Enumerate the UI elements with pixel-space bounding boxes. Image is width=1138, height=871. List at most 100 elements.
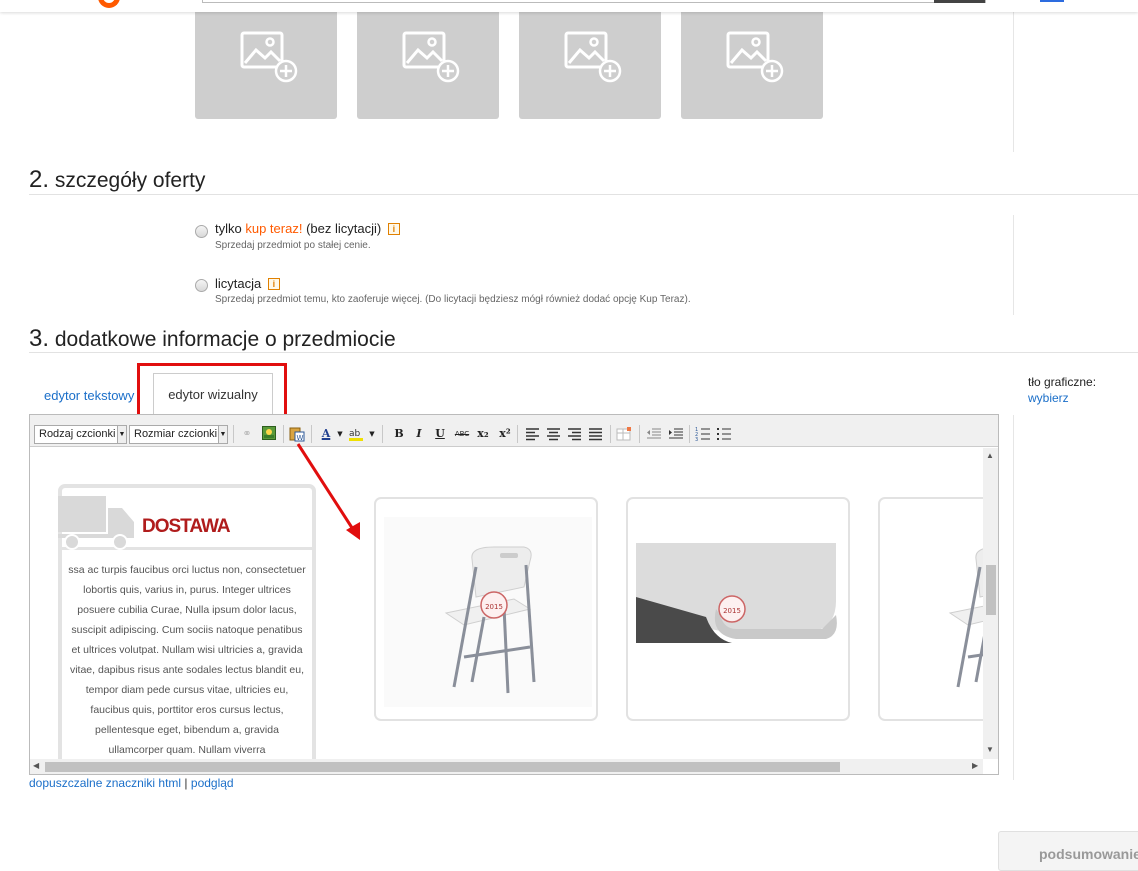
font-family-select[interactable]: Rodzaj czcionki ▼ — [34, 425, 127, 444]
background-label: tło graficzne: — [1028, 375, 1097, 389]
scroll-up-icon[interactable]: ▲ — [986, 451, 994, 460]
option-auction-description: Sprzedaj przedmiot temu, kto zaoferuje w… — [215, 294, 691, 305]
add-image-icon — [240, 31, 298, 83]
delivery-title: DOSTAWA — [142, 516, 231, 537]
link-separator: | — [184, 776, 188, 790]
divider — [1013, 12, 1014, 152]
select-value: Rodzaj czcionki — [39, 428, 116, 440]
horizontal-scrollbar[interactable]: ◀ ▶ — [30, 759, 983, 774]
section-title-text: dodatkowe informacje o przedmiocie — [54, 328, 396, 351]
underline-button[interactable]: U — [432, 426, 448, 442]
stamp-year: 2015 — [723, 607, 741, 615]
allowed-html-link[interactable]: dopuszczalne znaczniki html — [29, 776, 181, 790]
scrollbar-thumb[interactable] — [986, 565, 996, 615]
preview-link[interactable]: podgląd — [191, 776, 234, 790]
section-number: 3. — [29, 325, 50, 352]
product-image-card: 2015 — [626, 497, 850, 721]
section-title-text: szczegóły oferty — [54, 169, 206, 192]
delivery-description: ssa ac turpis faucibus orci luctus non, … — [68, 564, 306, 756]
vertical-scrollbar[interactable]: ▲ ▼ — [983, 448, 998, 759]
stamp-year: 2015 — [485, 603, 503, 611]
outdent-icon[interactable] — [646, 426, 662, 442]
align-center-icon[interactable] — [546, 426, 562, 442]
numbered-list-icon[interactable]: 123 — [695, 426, 711, 443]
italic-button[interactable]: I — [411, 426, 427, 442]
scrollbar-thumb[interactable] — [45, 762, 840, 772]
annotation-arrow — [296, 443, 360, 540]
summary-button[interactable]: podsumowanie — [998, 831, 1138, 871]
section-divider — [29, 194, 1138, 195]
option-auction-label[interactable]: licytacja i — [215, 276, 280, 291]
strikethrough-button[interactable]: ABC — [452, 426, 472, 442]
scroll-right-icon[interactable]: ▶ — [972, 761, 978, 770]
add-image-icon — [726, 31, 784, 83]
delivery-truck-icon — [58, 496, 134, 550]
align-left-icon[interactable] — [525, 426, 541, 442]
chevron-down-icon: ▼ — [218, 426, 227, 443]
product-image-card: 2015 — [374, 497, 598, 721]
svg-text:3: 3 — [695, 437, 698, 442]
add-image-icon — [564, 31, 622, 83]
section-divider — [29, 352, 1138, 353]
info-icon[interactable]: i — [387, 223, 400, 235]
info-icon[interactable]: i — [267, 278, 280, 290]
align-justify-icon[interactable] — [588, 426, 604, 442]
editor-content[interactable]: DOSTAWA ssa ac turpis faucibus orci luct… — [30, 448, 983, 759]
toolbar-separator — [283, 425, 284, 443]
insert-image-icon[interactable] — [261, 426, 277, 442]
option-buy-now-label[interactable]: tylko kup teraz! (bez licytacji) i — [215, 221, 400, 236]
bold-button[interactable]: B — [391, 426, 407, 442]
font-size-select[interactable]: Rozmiar czcionki ▼ — [129, 425, 228, 444]
link-icon[interactable]: ⚭ — [239, 426, 255, 442]
section-number: 2. — [29, 166, 50, 193]
search-input[interactable] — [202, 0, 986, 3]
photo-upload-tile[interactable] — [195, 0, 337, 119]
chair-image — [948, 548, 983, 688]
add-image-icon — [402, 31, 460, 83]
divider — [1013, 215, 1014, 315]
delivery-header: DOSTAWA — [58, 488, 312, 550]
subscript-button[interactable]: x₂ — [475, 426, 491, 442]
tab-text-editor[interactable]: edytor tekstowy — [44, 388, 134, 403]
toolbar-separator — [517, 425, 518, 443]
divider — [1013, 415, 1014, 780]
visual-editor[interactable]: Rodzaj czcionki ▼ Rozmiar czcionki ▼ ⚭ W… — [29, 414, 999, 775]
table-edge-image: 2015 — [636, 543, 837, 643]
photo-upload-tile[interactable] — [681, 0, 823, 119]
select-value: Rozmiar czcionki — [134, 428, 218, 440]
delivery-box: DOSTAWA ssa ac turpis faucibus orci luct… — [58, 484, 316, 759]
superscript-button[interactable]: x² — [497, 426, 513, 442]
chevron-down-icon: ▼ — [117, 426, 126, 443]
chair-image: 2015 — [384, 517, 592, 707]
scroll-left-icon[interactable]: ◀ — [33, 761, 39, 770]
toolbar-separator — [610, 425, 611, 443]
choose-background-link[interactable]: wybierz — [1028, 391, 1069, 405]
insert-table-icon[interactable] — [616, 426, 632, 442]
option-buy-now-description: Sprzedaj przedmiot po stałej cenie. — [215, 240, 371, 251]
section-title-offer-details: 2. szczegóły oferty — [29, 166, 205, 194]
label-text: (bez licytacji) — [306, 221, 382, 236]
section-title-additional-info: 3. dodatkowe informacje o przedmiocie — [29, 325, 396, 353]
editor-toolbar: Rodzaj czcionki ▼ Rozmiar czcionki ▼ ⚭ W… — [30, 415, 998, 447]
scroll-down-icon[interactable]: ▼ — [986, 745, 994, 754]
top-header — [0, 0, 1138, 12]
logo[interactable] — [98, 0, 120, 8]
toolbar-separator — [233, 425, 234, 443]
user-icon[interactable] — [1040, 0, 1064, 2]
toolbar-separator — [689, 425, 690, 443]
buy-now-accent: kup teraz! — [245, 221, 303, 236]
product-image-card — [878, 497, 983, 721]
search-button[interactable] — [934, 0, 985, 3]
label-text: licytacja — [215, 276, 262, 291]
toolbar-separator — [639, 425, 640, 443]
align-right-icon[interactable] — [567, 426, 583, 442]
label-text: tylko — [215, 221, 242, 236]
editor-links: dopuszczalne znaczniki html | podgląd — [29, 776, 234, 790]
toolbar-separator — [382, 425, 383, 443]
photo-upload-tile[interactable] — [357, 0, 499, 119]
photo-upload-tile[interactable] — [519, 0, 661, 119]
indent-icon[interactable] — [668, 426, 684, 442]
radio-buy-now[interactable] — [195, 225, 208, 238]
radio-auction[interactable] — [195, 279, 208, 292]
bullet-list-icon[interactable] — [716, 426, 732, 442]
